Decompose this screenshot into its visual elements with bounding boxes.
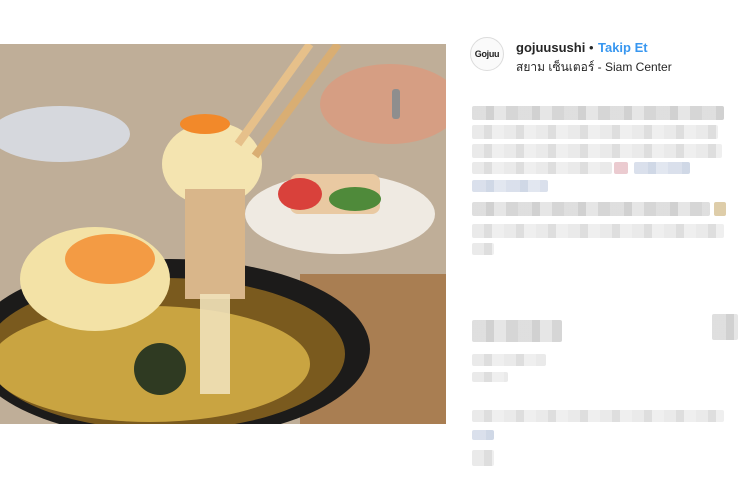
blurred-caption-line	[472, 125, 718, 139]
blurred-emoji	[714, 202, 726, 216]
account-username[interactable]: gojuusushi	[516, 40, 585, 55]
blurred-emoji	[614, 162, 628, 174]
blurred-caption-line	[472, 144, 722, 158]
blurred-hashtag	[634, 162, 690, 174]
blurred-comment-line	[472, 202, 710, 216]
blurred-comment-input	[472, 450, 494, 466]
location-link[interactable]: สยาม เซ็นเตอร์ - Siam Center	[516, 58, 672, 77]
account-avatar[interactable]: Gojuu	[470, 37, 504, 71]
blurred-timestamp	[472, 372, 508, 382]
blurred-action-icons	[472, 320, 562, 342]
blurred-comment-line	[472, 224, 724, 238]
blurred-likes-count	[472, 354, 546, 366]
blurred-caption-line	[472, 162, 612, 174]
blurred-hashtag	[472, 180, 548, 192]
follow-button[interactable]: Takip Et	[598, 40, 648, 55]
blurred-comment-input	[472, 410, 724, 422]
post-sidebar: Gojuu gojuusushi • Takip Et สยาม เซ็นเตอ…	[458, 0, 750, 478]
instagram-post-frame: Gojuu gojuusushi • Takip Et สยาม เซ็นเตอ…	[0, 0, 750, 478]
blurred-bookmark-icon	[712, 314, 738, 340]
food-photo-illustration	[0, 44, 446, 424]
post-photo[interactable]	[0, 44, 446, 424]
blurred-comment-input	[472, 430, 494, 440]
blurred-caption-line	[472, 106, 724, 120]
blurred-comment-line	[472, 243, 494, 255]
separator-dot: •	[589, 40, 594, 55]
